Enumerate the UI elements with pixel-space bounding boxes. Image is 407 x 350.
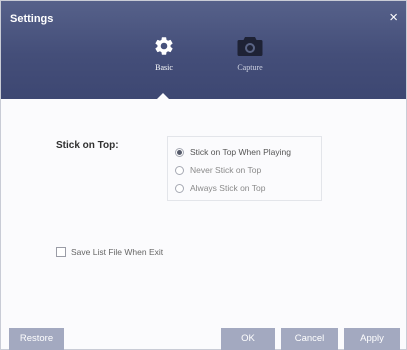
radio-stick-when-playing[interactable]: Stick on Top When Playing <box>175 147 291 157</box>
dialog-header: Settings × Basic Capture <box>1 1 406 100</box>
radio-label: Never Stick on Top <box>190 165 262 175</box>
camera-icon <box>237 37 263 56</box>
radio-never-stick[interactable]: Never Stick on Top <box>175 165 261 175</box>
radio-button[interactable] <box>175 147 184 157</box>
apply-button[interactable]: Apply <box>344 328 400 350</box>
radio-label: Stick on Top When Playing <box>190 147 291 157</box>
restore-button[interactable]: Restore <box>9 328 64 350</box>
save-list-checkbox[interactable] <box>56 247 66 257</box>
tab-capture[interactable]: Capture <box>220 35 280 72</box>
stick-on-top-options: Stick on Top When Playing Never Stick on… <box>167 136 322 201</box>
gear-icon <box>155 37 173 55</box>
active-tab-pointer <box>156 93 170 100</box>
tab-basic-label: Basic <box>155 63 173 72</box>
radio-label: Always Stick on Top <box>190 183 266 193</box>
radio-button[interactable] <box>175 183 184 193</box>
settings-dialog: Settings × Basic Capture Stick on Top: S… <box>0 0 407 350</box>
cancel-button[interactable]: Cancel <box>281 328 338 350</box>
ok-button[interactable]: OK <box>221 328 275 350</box>
radio-always-stick[interactable]: Always Stick on Top <box>175 183 265 193</box>
radio-button[interactable] <box>175 165 184 175</box>
close-icon[interactable]: × <box>389 10 398 25</box>
save-list-label: Save List File When Exit <box>71 247 164 257</box>
tab-basic[interactable]: Basic <box>134 35 194 72</box>
dialog-title: Settings <box>10 13 54 25</box>
save-list-option[interactable]: Save List File When Exit <box>56 247 163 257</box>
tab-capture-label: Capture <box>237 63 263 72</box>
stick-on-top-label: Stick on Top: <box>56 140 119 151</box>
